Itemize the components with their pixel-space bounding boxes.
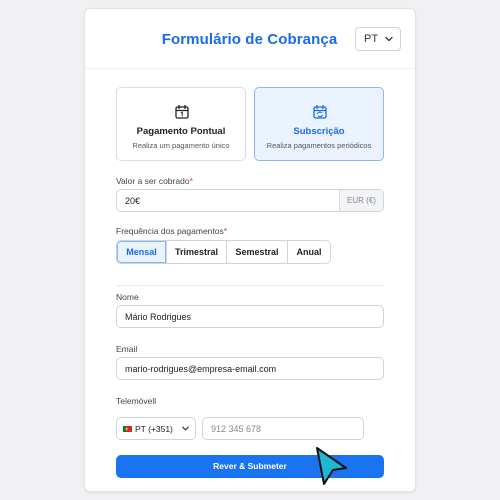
billing-form-card: Formulário de Cobrança PT Pagamento Pont… — [84, 8, 416, 492]
country-code-value: PT (+351) — [135, 424, 173, 434]
phone-placeholder: 912 345 678 — [211, 424, 262, 434]
required-mark: * — [189, 176, 193, 186]
chevron-down-icon — [385, 36, 393, 42]
payment-type-title: Pagamento Pontual — [136, 126, 226, 137]
payment-type-subtitle: Realiza um pagamento único — [132, 141, 230, 150]
country-code-select[interactable]: PT (+351) — [116, 417, 196, 440]
language-value: PT — [364, 33, 379, 45]
frequency-selector: Mensal Trimestral Semestral Anual — [116, 240, 331, 264]
payment-type-subscription[interactable]: Subscrição Realiza pagamentos periódicos — [254, 87, 384, 161]
form-header: Formulário de Cobrança PT — [85, 9, 415, 69]
name-label: Nome — [116, 292, 139, 302]
amount-input[interactable]: 20€ EUR (€) — [116, 189, 384, 212]
language-select[interactable]: PT — [355, 27, 401, 51]
frequency-option-semestral[interactable]: Semestral — [227, 241, 288, 263]
payment-type-title: Subscrição — [293, 126, 345, 137]
mouse-cursor-icon — [316, 447, 347, 485]
frequency-label: Frequência dos pagamentos* — [116, 226, 228, 236]
email-field[interactable]: mario-rodrigues@empresa-email.com — [116, 357, 384, 380]
payment-type-subtitle: Realiza pagamentos periódicos — [266, 141, 372, 150]
name-value: Mário Rodrigues — [125, 312, 192, 322]
frequency-option-mensal[interactable]: Mensal — [117, 241, 167, 263]
frequency-option-anual[interactable]: Anual — [288, 241, 330, 263]
required-mark: * — [223, 226, 228, 236]
email-value: mario-rodrigues@empresa-email.com — [125, 364, 277, 374]
name-field[interactable]: Mário Rodrigues — [116, 305, 384, 328]
frequency-option-trimestral[interactable]: Trimestral — [167, 241, 227, 263]
calendar-repeat-icon — [313, 104, 327, 119]
amount-label: Valor a ser cobrado* — [116, 176, 193, 186]
chevron-down-icon — [182, 426, 189, 431]
amount-value: 20€ — [125, 196, 141, 206]
payment-type-single[interactable]: Pagamento Pontual Realiza um pagamento ú… — [116, 87, 246, 161]
email-label: Email — [116, 344, 138, 354]
portugal-flag-icon — [123, 426, 132, 432]
currency-unit: EUR (€) — [339, 190, 383, 211]
section-divider — [116, 285, 384, 286]
calendar-icon — [175, 104, 189, 119]
phone-label: Telemóvell — [116, 396, 157, 406]
phone-input[interactable]: 912 345 678 — [202, 417, 364, 440]
